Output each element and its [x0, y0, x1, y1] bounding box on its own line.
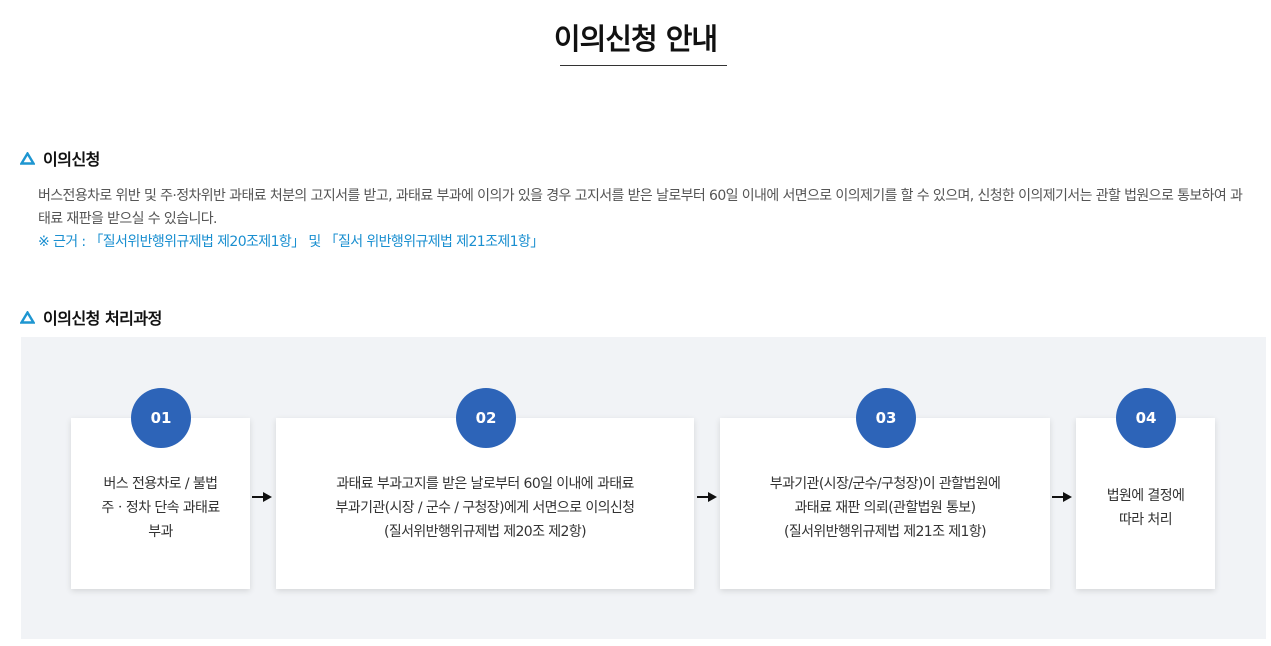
- page-title: 이의신청 안내: [553, 22, 718, 56]
- section-heading-objection: 이의신청: [20, 146, 100, 170]
- step-number-badge: 01: [131, 388, 191, 448]
- process-step-text: 법원에 결정에 따라 처리: [1106, 487, 1185, 528]
- process-step-text: 부과기관(시장/군수/구청장)이 관할법원에 과태료 재판 의뢰(관할법원 통보…: [769, 475, 1001, 540]
- objection-description-block: 버스전용차로 위반 및 주·정차위반 과태료 처분의 고지서를 받고, 과태료 …: [38, 185, 1254, 254]
- triangle-outline-icon: [20, 310, 35, 324]
- step-number-badge: 02: [456, 388, 516, 448]
- arrow-right-icon: [252, 492, 272, 502]
- triangle-outline-icon: [20, 151, 35, 165]
- legal-basis-text: ※ 근거 : 「질서위반행위규제법 제20조제1항」 및 「질서 위반행위규제법…: [38, 234, 544, 250]
- objection-description: 버스전용차로 위반 및 주·정차위반 과태료 처분의 고지서를 받고, 과태료 …: [38, 188, 1243, 227]
- step-number-badge: 03: [856, 388, 916, 448]
- arrow-right-icon: [697, 492, 717, 502]
- process-step-text: 과태료 부과고지를 받은 날로부터 60일 이내에 과태료 부과기관(시장 / …: [335, 475, 636, 540]
- section-heading-label: 이의신청 처리과정: [43, 309, 162, 328]
- title-underline: [560, 65, 727, 66]
- section-heading-label: 이의신청: [43, 150, 100, 169]
- process-step-text: 버스 전용차로 / 불법 주ㆍ정차 단속 과태료 부과: [101, 475, 220, 540]
- process-flow-panel: 버스 전용차로 / 불법 주ㆍ정차 단속 과태료 부과 01 과태료 부과고지를…: [21, 337, 1266, 639]
- section-heading-process: 이의신청 처리과정: [20, 305, 162, 329]
- step-number-badge: 04: [1116, 388, 1176, 448]
- arrow-right-icon: [1052, 492, 1072, 502]
